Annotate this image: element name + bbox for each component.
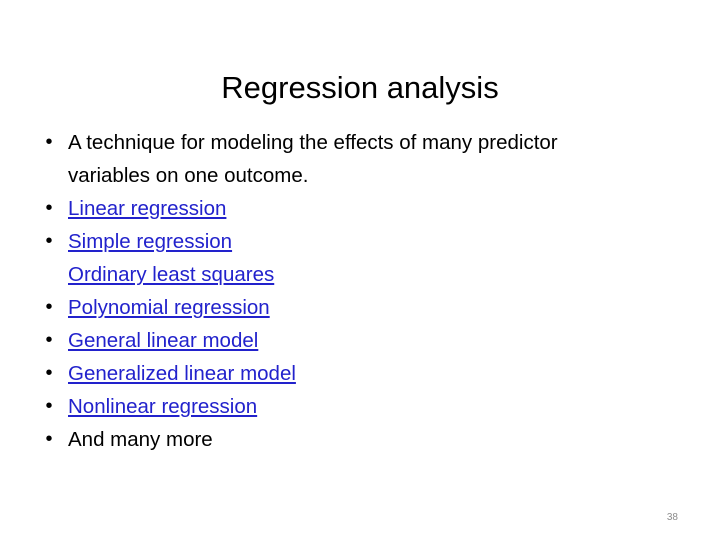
slide-number: 38 — [666, 512, 678, 523]
list-item[interactable]: Ordinary least squares — [38, 258, 638, 291]
hyperlink-nonlinear-regression[interactable]: Nonlinear regression — [68, 390, 257, 423]
bullet-dot-icon: • — [45, 428, 53, 450]
list-item[interactable]: • Simple regression — [38, 225, 638, 258]
page-title: Regression analysis — [221, 69, 499, 105]
bullet-dot-icon: • — [45, 362, 53, 384]
list-item-label: And many more — [68, 428, 213, 451]
bullet-dot-icon: • — [45, 197, 53, 219]
list-item[interactable]: • Nonlinear regression — [38, 390, 638, 423]
hyperlink-polynomial-regression[interactable]: Polynomial regression — [68, 291, 270, 324]
bullet-dot-icon: • — [45, 230, 53, 252]
list-item[interactable]: • Linear regression — [38, 192, 638, 225]
hyperlink-generalized-linear-model[interactable]: Generalized linear model — [68, 357, 296, 390]
list-item[interactable]: • A technique for modeling the effects o… — [38, 126, 638, 192]
bullet-dot-icon: • — [45, 395, 53, 417]
bullet-dot-icon: • — [45, 329, 53, 351]
list-item-label: A technique for modeling the effects of … — [68, 131, 564, 187]
bullet-list: • A technique for modeling the effects o… — [38, 126, 638, 456]
list-item[interactable]: • Generalized linear model — [38, 357, 638, 390]
list-item[interactable]: • Polynomial regression — [38, 291, 638, 324]
bullet-dot-icon: • — [45, 296, 53, 318]
list-item[interactable]: • General linear model — [38, 324, 638, 357]
slide-canvas: Regression analysis • A technique for mo… — [0, 0, 720, 540]
hyperlink-simple-regression[interactable]: Simple regression — [68, 225, 232, 258]
hyperlink-linear-regression[interactable]: Linear regression — [68, 192, 226, 225]
hyperlink-ordinary-least-squares[interactable]: Ordinary least squares — [68, 258, 274, 291]
list-item[interactable]: • And many more — [38, 423, 638, 456]
hyperlink-general-linear-model[interactable]: General linear model — [68, 324, 258, 357]
bullet-dot-icon: • — [45, 131, 53, 153]
